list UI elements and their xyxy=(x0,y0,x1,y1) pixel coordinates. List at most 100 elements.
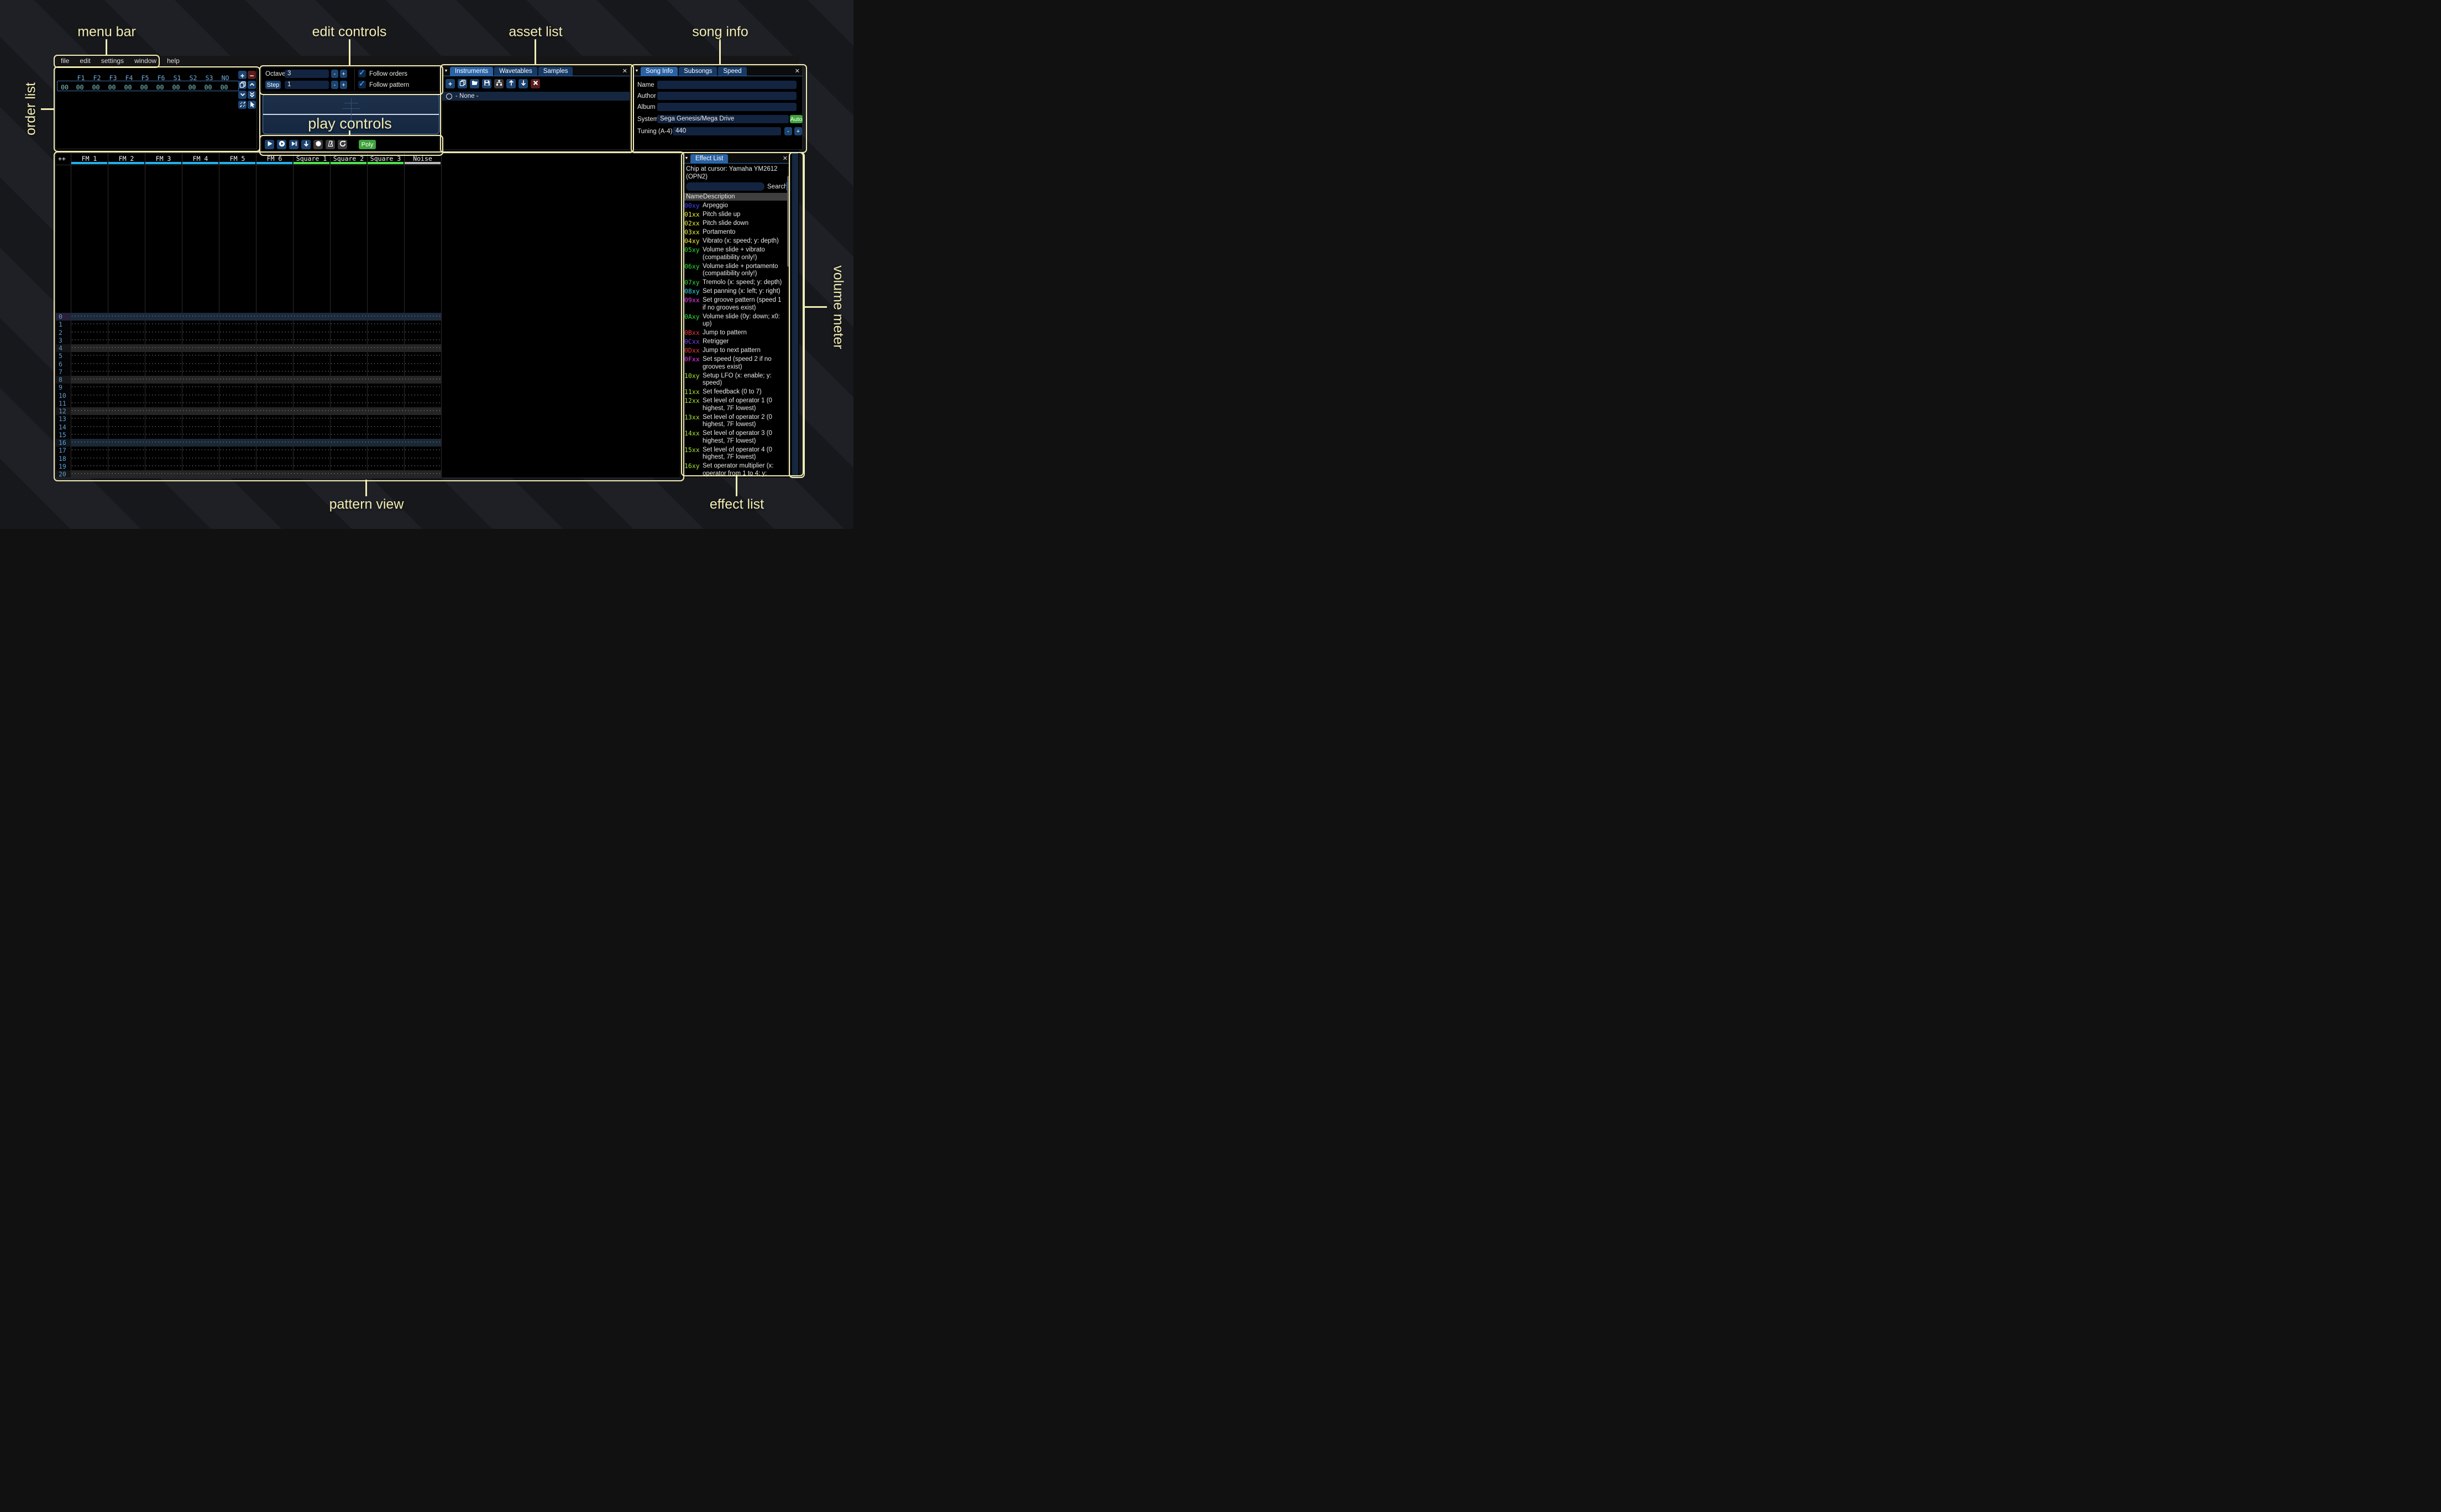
pattern-cell[interactable]: ············· xyxy=(330,400,367,407)
pattern-cell[interactable]: ············· xyxy=(108,439,145,447)
pattern-row-8[interactable]: 8·······································… xyxy=(56,376,441,384)
pattern-cell[interactable]: ············· xyxy=(330,313,367,321)
pattern-row-19[interactable]: 19······································… xyxy=(56,463,441,470)
pattern-cell[interactable]: ············· xyxy=(404,423,441,431)
pattern-cell[interactable]: ············· xyxy=(108,321,145,328)
pattern-cell[interactable]: ············· xyxy=(367,423,404,431)
pattern-cell[interactable]: ············· xyxy=(367,463,404,470)
pattern-cell[interactable]: ············· xyxy=(71,400,108,407)
collapse-icon[interactable]: ▼ xyxy=(683,154,690,163)
pattern-row-9[interactable]: 9·······································… xyxy=(56,384,441,391)
pattern-cell[interactable]: ············· xyxy=(71,463,108,470)
pattern-cell[interactable]: ············· xyxy=(293,431,330,439)
pattern-cell[interactable]: ············· xyxy=(330,415,367,423)
pattern-cell[interactable]: ············· xyxy=(330,439,367,447)
pattern-cell[interactable]: ············· xyxy=(71,344,108,352)
pattern-cell[interactable]: ············· xyxy=(293,344,330,352)
pattern-cell[interactable]: ············· xyxy=(293,392,330,400)
pattern-cell[interactable]: ············· xyxy=(219,423,256,431)
effect-row-14xx[interactable]: 14xxSet level of operator 3 (0 highest, … xyxy=(684,430,789,445)
pattern-cell[interactable]: ············· xyxy=(219,392,256,400)
pattern-cell[interactable]: ············· xyxy=(367,455,404,463)
effect-row-06xy[interactable]: 06xyVolume slide + portamento (compatibi… xyxy=(684,263,789,278)
pattern-cell[interactable]: ············· xyxy=(182,470,219,478)
pattern-cell[interactable]: ············· xyxy=(145,470,182,478)
pattern-cell[interactable]: ············· xyxy=(145,423,182,431)
pattern-cell[interactable]: ············· xyxy=(367,392,404,400)
pattern-cell[interactable]: ············· xyxy=(219,344,256,352)
pattern-cell[interactable]: ············· xyxy=(404,360,441,368)
pattern-cell[interactable]: ············· xyxy=(367,400,404,407)
pattern-cell[interactable]: ············· xyxy=(182,321,219,328)
pattern-row-14[interactable]: 14······································… xyxy=(56,423,441,431)
pattern-row-11[interactable]: 11······································… xyxy=(56,400,441,407)
pattern-cell[interactable]: ············· xyxy=(108,455,145,463)
name-input[interactable] xyxy=(657,81,797,89)
repeat-button[interactable] xyxy=(338,140,347,149)
arrow-down-button[interactable] xyxy=(301,140,311,149)
pattern-cell[interactable]: ············· xyxy=(293,400,330,407)
pattern-cell[interactable]: ············· xyxy=(293,360,330,368)
pattern-cell[interactable]: ············· xyxy=(367,329,404,337)
pattern-cell[interactable]: ············· xyxy=(71,376,108,384)
pattern-cell[interactable]: ············· xyxy=(404,337,441,344)
pattern-cell[interactable]: ············· xyxy=(256,329,293,337)
effect-row-16xy[interactable]: 16xySet operator multiplier (x: operator… xyxy=(684,463,789,477)
pattern-cell[interactable]: ············· xyxy=(182,376,219,384)
pattern-cell[interactable]: ············· xyxy=(108,415,145,423)
octave-plus-button[interactable]: + xyxy=(340,70,347,78)
pattern-cell[interactable]: ············· xyxy=(108,352,145,360)
pattern-cell[interactable]: ············· xyxy=(108,447,145,454)
open-button[interactable] xyxy=(470,79,479,88)
pattern-cell[interactable]: ············· xyxy=(256,455,293,463)
record-button[interactable] xyxy=(313,140,323,149)
pattern-cell[interactable]: ············· xyxy=(145,329,182,337)
close-icon[interactable]: ✕ xyxy=(783,154,788,163)
pattern-cell[interactable]: ············· xyxy=(71,392,108,400)
pattern-cell[interactable]: ············· xyxy=(108,337,145,344)
channel-header-noise[interactable]: Noise xyxy=(404,155,441,162)
pattern-cell[interactable]: ············· xyxy=(219,447,256,454)
remove-button[interactable]: − xyxy=(248,71,256,79)
order-cell[interactable]: 00 xyxy=(200,83,216,91)
pattern-cell[interactable]: ············· xyxy=(330,407,367,415)
effect-row-08xy[interactable]: 08xySet panning (x: left; y: right) xyxy=(684,288,789,296)
effect-row-0Axy[interactable]: 0AxyVolume slide (0y: down; x0: up) xyxy=(684,313,789,328)
pattern-cell[interactable]: ············· xyxy=(404,329,441,337)
pattern-cell[interactable]: ············· xyxy=(182,463,219,470)
effect-row-10xy[interactable]: 10xySetup LFO (x: enable; y: speed) xyxy=(684,372,789,387)
effect-row-01xx[interactable]: 01xxPitch slide up xyxy=(684,211,789,219)
pattern-cell[interactable]: ············· xyxy=(145,376,182,384)
pattern-cell[interactable]: ············· xyxy=(182,423,219,431)
pattern-cell[interactable]: ············· xyxy=(367,384,404,391)
pattern-cell[interactable]: ············· xyxy=(71,455,108,463)
menu-edit[interactable]: edit xyxy=(80,57,90,65)
octave-minus-button[interactable]: - xyxy=(331,70,338,78)
octave-input[interactable]: 3 xyxy=(285,70,329,78)
pattern-cell[interactable]: ············· xyxy=(145,392,182,400)
pattern-cell[interactable]: ············· xyxy=(108,329,145,337)
step-minus-button[interactable]: - xyxy=(331,81,338,89)
pattern-rows[interactable]: 0·······································… xyxy=(56,313,441,478)
pattern-expand-buttons[interactable]: ++ xyxy=(58,155,66,162)
effect-row-0Cxx[interactable]: 0CxxRetrigger xyxy=(684,338,789,346)
duplicate-button[interactable] xyxy=(458,79,467,88)
pattern-cell[interactable]: ············· xyxy=(256,313,293,321)
order-cell[interactable]: 00 xyxy=(120,83,136,91)
pattern-cell[interactable]: ············· xyxy=(145,431,182,439)
collapse-icon[interactable]: ▼ xyxy=(442,67,450,76)
step-plus-button[interactable]: + xyxy=(340,81,347,89)
pattern-cell[interactable]: ············· xyxy=(256,337,293,344)
pattern-cell[interactable]: ············· xyxy=(330,470,367,478)
tuning-minus-button[interactable]: - xyxy=(784,127,792,135)
effect-row-05xy[interactable]: 05xyVolume slide + vibrato (compatibilit… xyxy=(684,246,789,261)
pattern-cell[interactable]: ············· xyxy=(71,368,108,376)
pattern-cell[interactable]: ············· xyxy=(404,407,441,415)
pattern-cell[interactable]: ············· xyxy=(71,352,108,360)
effect-row-0Dxx[interactable]: 0DxxJump to next pattern xyxy=(684,347,789,355)
pattern-cell[interactable]: ············· xyxy=(182,329,219,337)
order-selected-row[interactable]: 0000000000000000000000 xyxy=(57,81,239,91)
pattern-cell[interactable]: ············· xyxy=(182,352,219,360)
move-down-button[interactable] xyxy=(518,79,528,88)
pattern-cell[interactable]: ············· xyxy=(293,352,330,360)
